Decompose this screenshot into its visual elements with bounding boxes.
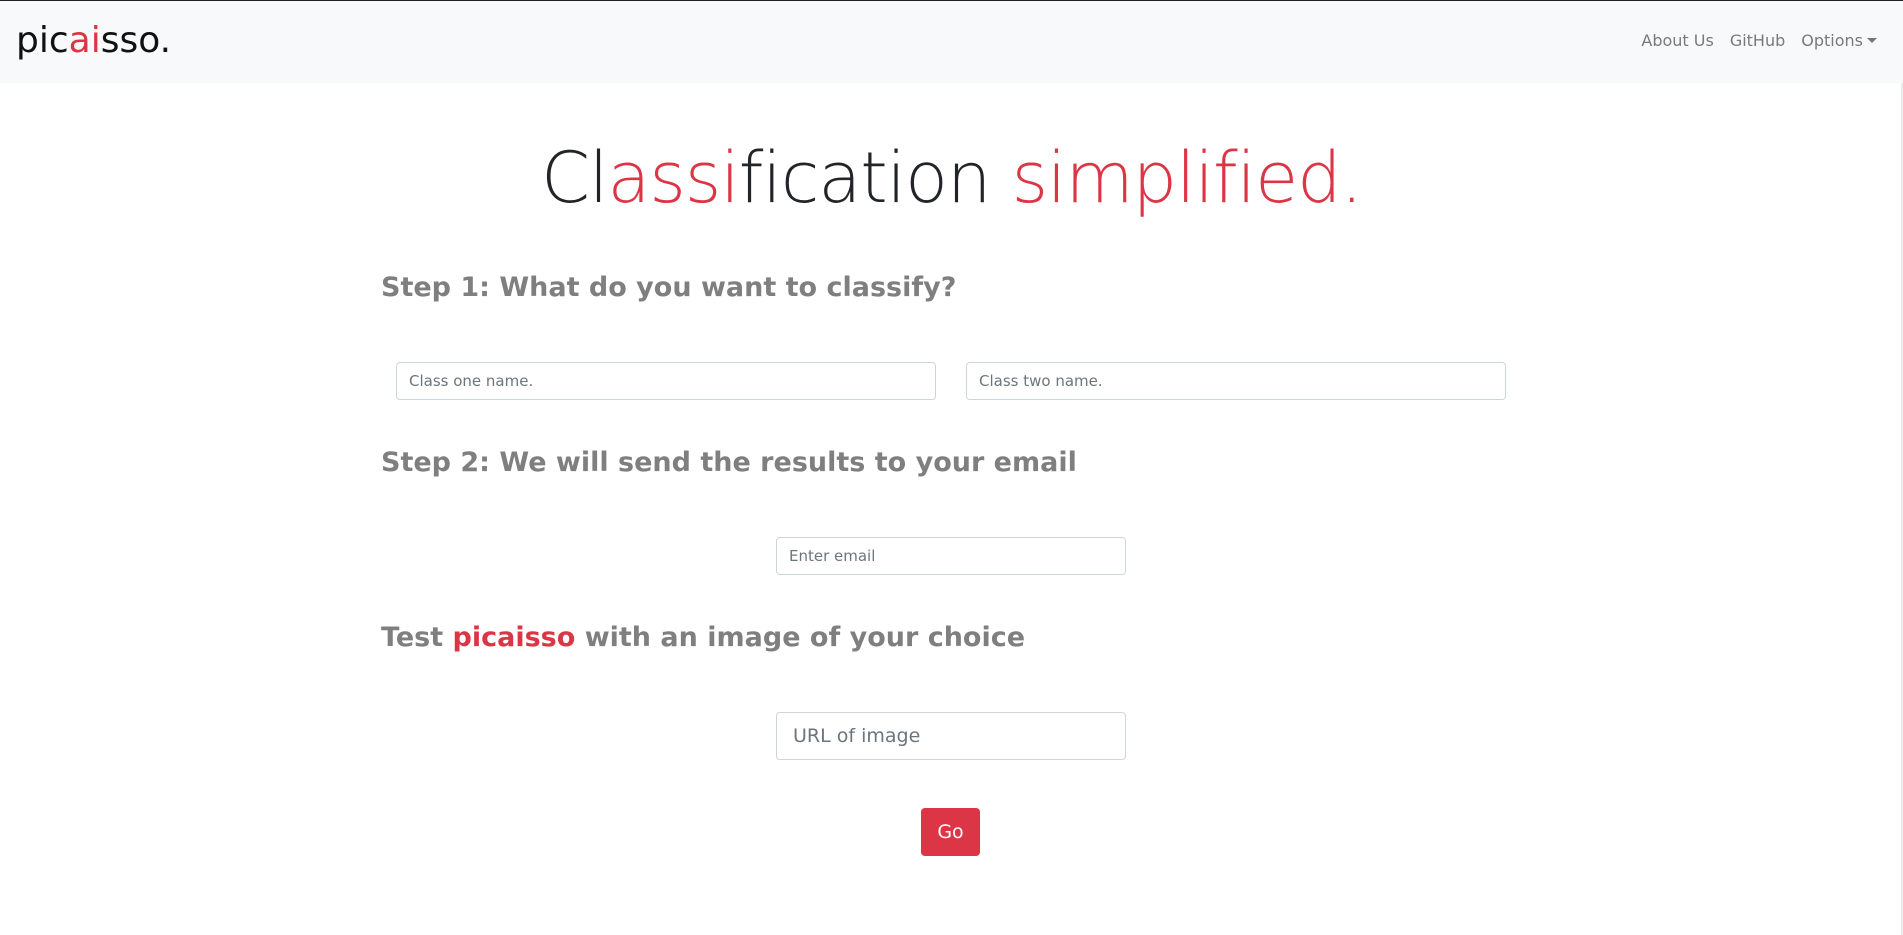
nav-github[interactable]: GitHub [1730, 31, 1785, 50]
class-two-input[interactable] [966, 362, 1506, 400]
nav-links: About Us GitHub Options [1641, 31, 1877, 50]
step2-heading: Step 2: We will send the results to your… [381, 447, 1077, 478]
test-heading-pre: Test [381, 622, 453, 653]
go-button[interactable]: Go [921, 808, 980, 856]
test-heading-brand: picaisso [452, 622, 576, 653]
options-label: Options [1801, 31, 1863, 50]
brand-pre: pic [16, 20, 69, 61]
hero-part-5: simplified. [1011, 137, 1363, 219]
caret-down-icon [1867, 38, 1877, 43]
image-url-input[interactable] [776, 712, 1126, 760]
hero-part-1: Cl [541, 137, 608, 219]
navbar: picaisso. About Us GitHub Options [0, 1, 1903, 83]
nav-about-us[interactable]: About Us [1641, 31, 1713, 50]
email-input[interactable] [776, 537, 1126, 575]
step1-heading: Step 1: What do you want to classify? [381, 272, 957, 303]
hero-part-3: i [720, 137, 739, 219]
hero-part-4: fication [738, 137, 1012, 219]
brand-logo[interactable]: picaisso. [16, 17, 171, 65]
class-one-input[interactable] [396, 362, 936, 400]
hero-title: Classification simplified. [0, 130, 1903, 226]
brand-post: sso. [100, 20, 172, 61]
nav-options-dropdown[interactable]: Options [1801, 31, 1877, 50]
hero-part-2: ass [607, 137, 721, 219]
test-heading-post: with an image of your choice [575, 622, 1026, 653]
brand-ai: ai [68, 20, 101, 61]
test-heading: Test picaisso with an image of your choi… [381, 622, 1025, 653]
